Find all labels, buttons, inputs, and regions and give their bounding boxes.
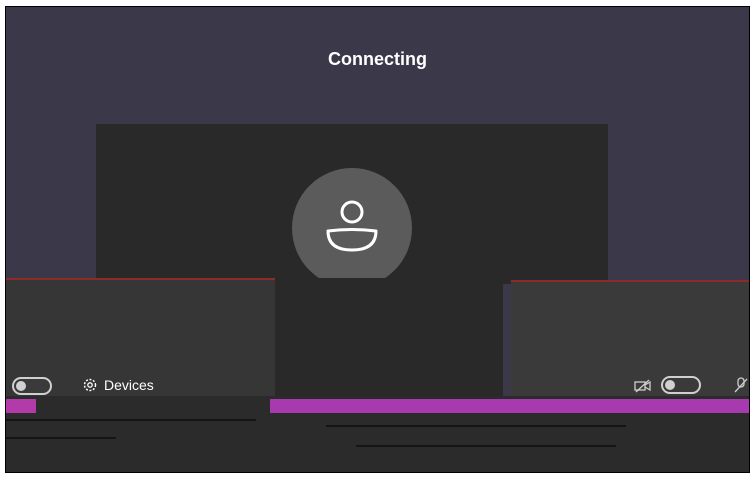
devices-button[interactable]: Devices xyxy=(82,377,154,393)
person-icon xyxy=(326,200,378,252)
render-artifact xyxy=(6,399,36,413)
right-panel xyxy=(511,280,749,398)
render-artifact xyxy=(6,419,256,421)
devices-label: Devices xyxy=(104,377,154,393)
mic-off-icon[interactable] xyxy=(734,377,748,393)
gear-icon xyxy=(83,378,97,392)
toggle-knob xyxy=(665,380,675,390)
render-artifact xyxy=(326,425,626,427)
render-artifact xyxy=(6,437,116,439)
avatar xyxy=(292,168,412,288)
teams-connecting-window: Connecting Devices xyxy=(5,6,750,473)
center-panel xyxy=(275,278,503,398)
page-title: Connecting xyxy=(328,49,427,69)
toggle-knob xyxy=(16,381,26,391)
video-toggle[interactable] xyxy=(12,377,52,395)
mic-toggle[interactable] xyxy=(661,376,701,394)
render-artifact xyxy=(270,399,749,413)
camera-off-icon[interactable] xyxy=(634,379,652,393)
render-artifact xyxy=(356,445,616,447)
